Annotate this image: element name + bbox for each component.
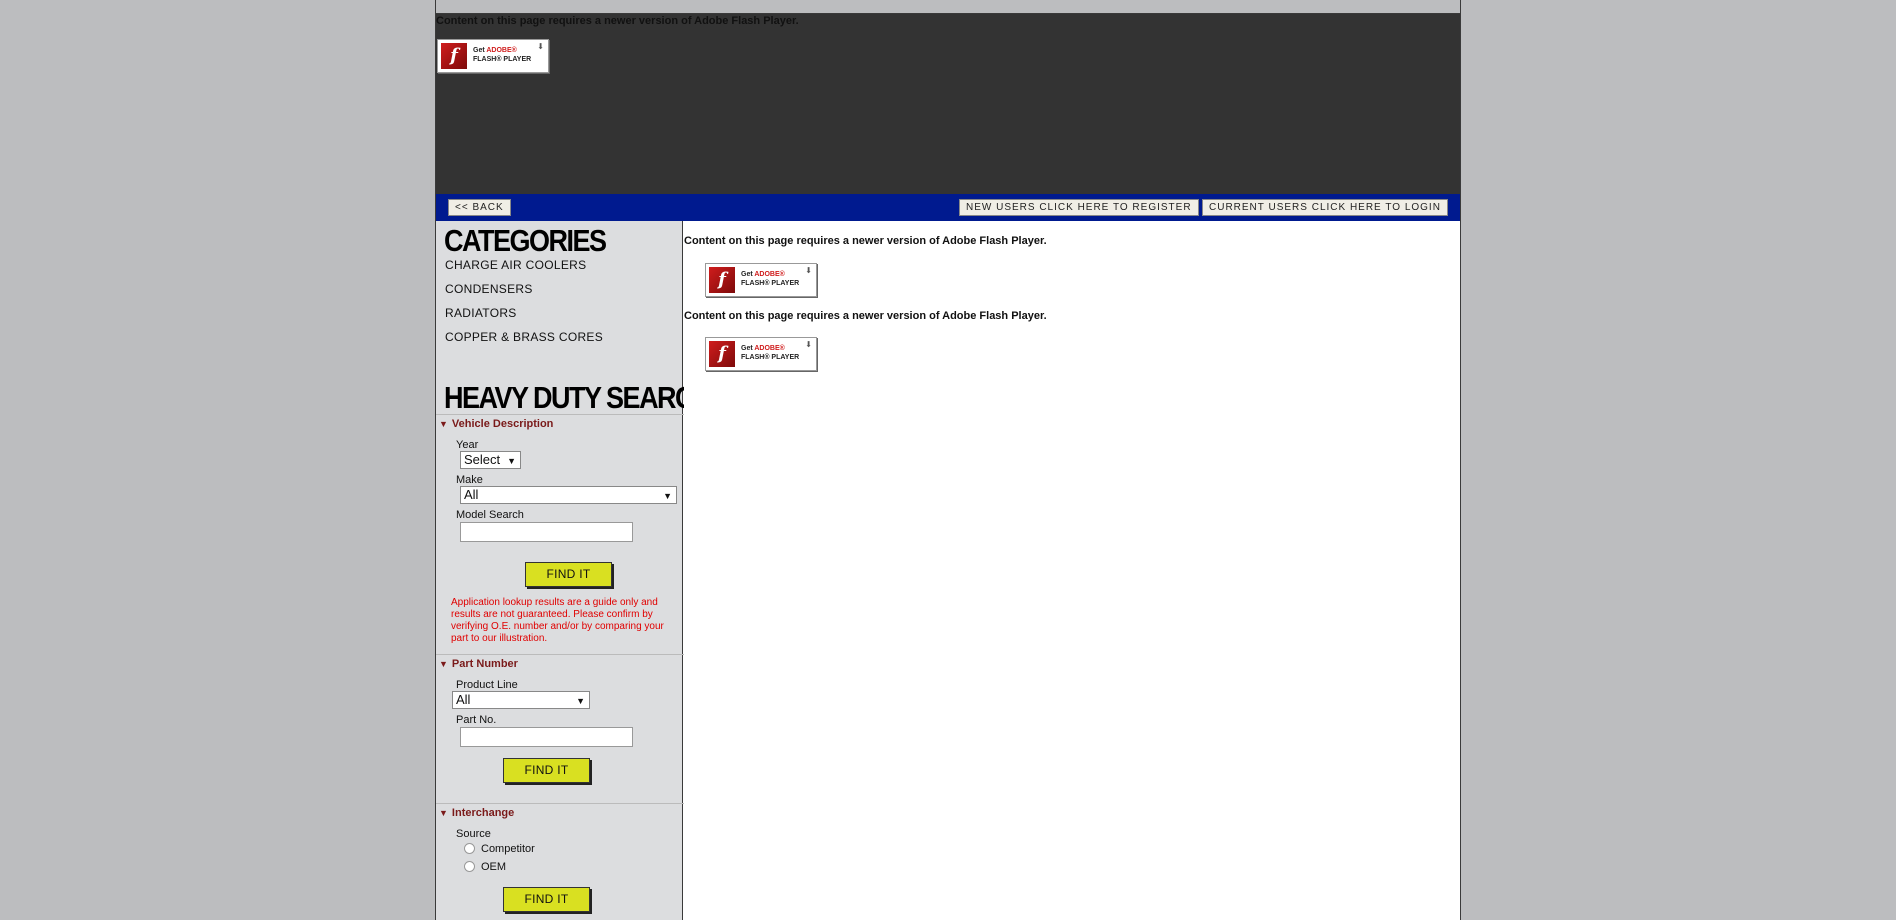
flash-required-message: Content on this page requires a newer ve… (684, 235, 1047, 247)
model-search-label: Model Search (456, 509, 524, 521)
oem-radio[interactable] (464, 861, 475, 872)
product-line-label: Product Line (456, 679, 518, 691)
dropdown-caret-icon: ▼ (576, 696, 585, 706)
make-label: Make (456, 474, 483, 486)
collapse-triangle-icon: ▼ (439, 659, 448, 669)
get-flash-player-button[interactable]: f Get ADOBE® FLASH® PLAYER ⬇ (705, 263, 817, 297)
section-divider (436, 414, 691, 415)
source-label: Source (456, 828, 491, 840)
interchange-find-button[interactable]: FIND IT (503, 887, 590, 912)
interchange-toggle[interactable]: ▼ Interchange (439, 807, 514, 819)
dropdown-caret-icon: ▼ (663, 491, 672, 501)
collapse-triangle-icon: ▼ (439, 419, 448, 429)
flash-badge-text: Get ADOBE® FLASH® PLAYER (741, 271, 800, 287)
part-number-toggle[interactable]: ▼ Part Number (439, 658, 518, 670)
flash-required-message: Content on this page requires a newer ve… (436, 15, 799, 27)
dropdown-caret-icon: ▼ (507, 456, 516, 466)
categories-heading: CATEGORIES (444, 224, 607, 258)
category-radiators[interactable]: RADIATORS (445, 306, 517, 320)
flash-badge-text: Get ADOBE® FLASH® PLAYER (473, 47, 532, 63)
lookup-disclaimer: Application lookup results are a guide o… (451, 597, 664, 644)
flash-badge-text: Get ADOBE® FLASH® PLAYER (741, 345, 800, 361)
source-option-competitor[interactable]: Competitor (464, 843, 535, 855)
vehicle-description-toggle[interactable]: ▼ Vehicle Description (439, 418, 553, 430)
source-option-oem[interactable]: OEM (464, 861, 506, 873)
download-arrow-icon: ⬇ (805, 340, 812, 349)
top-navbar: << BACK NEW USERS CLICK HERE TO REGISTER… (436, 194, 1460, 221)
part-no-label: Part No. (456, 714, 497, 726)
heavy-duty-search-heading: HEAVY DUTY SEARCH (444, 381, 713, 415)
download-arrow-icon: ⬇ (537, 42, 544, 51)
sidebar: CATEGORIES CHARGE AIR COOLERS CONDENSERS… (436, 221, 713, 920)
collapse-triangle-icon: ▼ (439, 808, 448, 818)
section-divider (436, 803, 691, 804)
top-strip (436, 0, 1460, 14)
main-content: Content on this page requires a newer ve… (684, 221, 1460, 920)
category-charge-air-coolers[interactable]: CHARGE AIR COOLERS (445, 258, 586, 272)
vehicle-find-button[interactable]: FIND IT (525, 562, 612, 587)
year-label: Year (456, 439, 479, 451)
year-select[interactable]: Select ▼ (460, 451, 521, 469)
part-find-button[interactable]: FIND IT (503, 758, 590, 783)
make-select[interactable]: All ▼ (460, 486, 677, 504)
flash-logo-icon: f (709, 341, 735, 367)
get-flash-player-button[interactable]: f Get ADOBE® FLASH® PLAYER ⬇ (437, 39, 549, 73)
competitor-radio[interactable] (464, 843, 475, 854)
category-copper-brass-cores[interactable]: COPPER & BRASS CORES (445, 330, 603, 344)
flash-required-message: Content on this page requires a newer ve… (684, 310, 1047, 322)
login-button[interactable]: CURRENT USERS CLICK HERE TO LOGIN (1202, 199, 1448, 216)
product-line-select[interactable]: All ▼ (452, 691, 590, 709)
flash-logo-icon: f (709, 267, 735, 293)
flash-header-banner: Content on this page requires a newer ve… (436, 14, 1460, 194)
page-container: Content on this page requires a newer ve… (435, 0, 1461, 920)
section-divider (436, 654, 691, 655)
part-no-input[interactable] (460, 727, 633, 747)
register-button[interactable]: NEW USERS CLICK HERE TO REGISTER (959, 199, 1199, 216)
back-button[interactable]: << BACK (448, 199, 511, 216)
model-search-input[interactable] (460, 522, 633, 542)
category-condensers[interactable]: CONDENSERS (445, 282, 533, 296)
download-arrow-icon: ⬇ (805, 266, 812, 275)
get-flash-player-button[interactable]: f Get ADOBE® FLASH® PLAYER ⬇ (705, 337, 817, 371)
flash-logo-icon: f (441, 43, 467, 69)
